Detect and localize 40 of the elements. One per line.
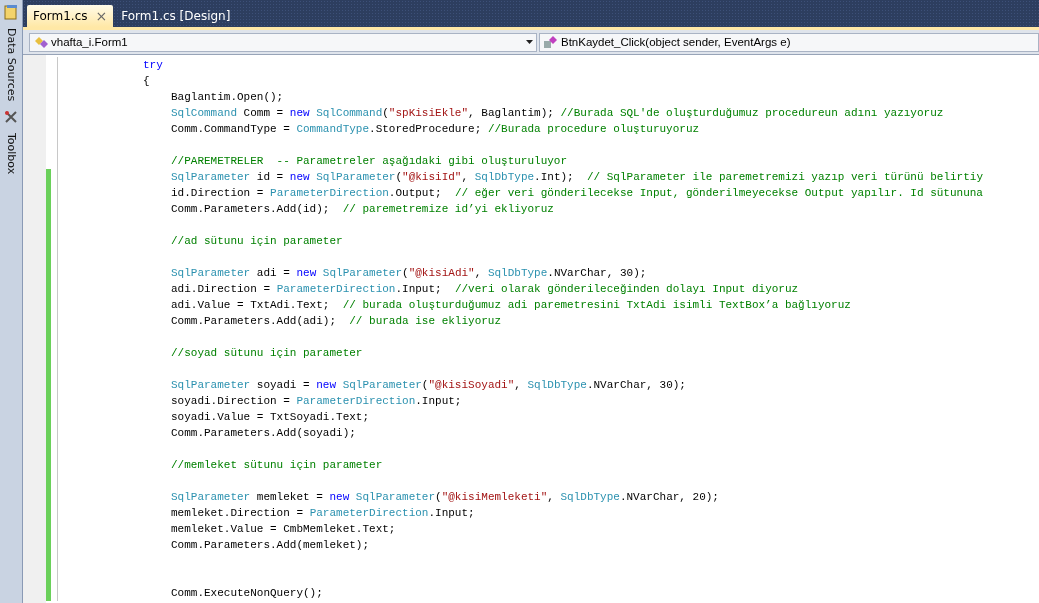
method-name: BtnKaydet_Click(object sender, EventArgs e): [561, 36, 791, 48]
code-line: //soyad sütunu için parameter: [171, 347, 363, 359]
member-dropdown[interactable]: BtnKaydet_Click(object sender, EventArgs e): [539, 32, 1039, 52]
document-tab[interactable]: Form1.cs [Design]: [115, 5, 237, 27]
code-line: {: [143, 75, 150, 87]
code-line: SqlCommand Comm = new SqlCommand("spKisiEkle", Baglantim); //Burada SQL'de oluşturduğumuz procedureun adını yazıyoruz: [171, 107, 944, 119]
class-icon: [33, 35, 49, 49]
code-line: //ad sütunu için parameter: [171, 235, 343, 247]
code-line: SqlParameter id = new SqlParameter("@kisiId", SqlDbType.Int); // SqlParameter ile paremetremizi yazıp veri türünü belirtiy: [171, 171, 983, 183]
side-tab[interactable]: Data Sources: [4, 24, 18, 106]
code-line: Comm.Parameters.Add(soyadi);: [171, 427, 356, 439]
document-tab[interactable]: Form1.cs ×: [27, 5, 114, 27]
code-line: memleket.Direction = ParameterDirection.Input;: [171, 507, 475, 519]
code-line: adi.Direction = ParameterDirection.Input; //veri olarak gönderileceğinden dolayı Input diyoruz: [171, 283, 799, 295]
code-line: Comm.ExecuteNonQuery();: [171, 587, 323, 599]
code-line: id.Direction = ParameterDirection.Output; // eğer veri gönderilecekse Input, gönderilmeyecekse Output yapılır. Id sütununa: [171, 187, 983, 199]
code-line: SqlParameter memleket = new SqlParameter("@kisiMemleketi", SqlDbType.NVarChar, 20);: [171, 491, 719, 503]
code-line: Comm.CommandType = CommandType.StoredProcedure; //Burada procedure oluşturuyoruz: [171, 123, 700, 135]
code-line: SqlParameter soyadi = new SqlParameter("@kisiSoyadi", SqlDbType.NVarChar, 30);: [171, 379, 686, 391]
code-line: //memleket sütunu için parameter: [171, 459, 383, 471]
close-icon[interactable]: ×: [95, 8, 108, 24]
code-line: Comm.Parameters.Add(memleket);: [171, 539, 370, 551]
class-dropdown[interactable]: vhafta_i.Form1: [29, 32, 537, 52]
code-line: try: [143, 59, 163, 71]
caret-icon: [526, 40, 533, 44]
database-icon: [3, 4, 19, 20]
tab-label: Form1.cs: [33, 9, 88, 23]
code-line: Comm.Parameters.Add(id); // paremetremize id’yi ekliyoruz: [171, 203, 554, 215]
code-line: Baglantim.Open();: [171, 91, 284, 103]
code-line: soyadi.Direction = ParameterDirection.Input;: [171, 395, 462, 407]
code-line: Comm.Parameters.Add(adi); // burada ise ekliyoruz: [171, 315, 502, 327]
code-line: //PAREMETRELER -- Parametreler aşağıdaki gibi oluşturuluyor: [171, 155, 568, 167]
class-name: vhafta_i.Form1: [51, 36, 128, 48]
code-line: soyadi.Value = TxtSoyadi.Text;: [171, 411, 370, 423]
code-line: memleket.Value = CmbMemleket.Text;: [171, 523, 396, 535]
method-icon: [543, 35, 559, 49]
code-line: SqlParameter adi = new SqlParameter("@kisiAdi", SqlDbType.NVarChar, 30);: [171, 267, 647, 279]
code-line: adi.Value = TxtAdi.Text; // burada oluşturduğumuz adi paremetresini TxtAdi isimli TextBox’a bağlıyoruz: [171, 299, 851, 311]
tab-label: Form1.cs [Design]: [121, 9, 231, 23]
side-tab[interactable]: Toolbox: [4, 129, 18, 179]
